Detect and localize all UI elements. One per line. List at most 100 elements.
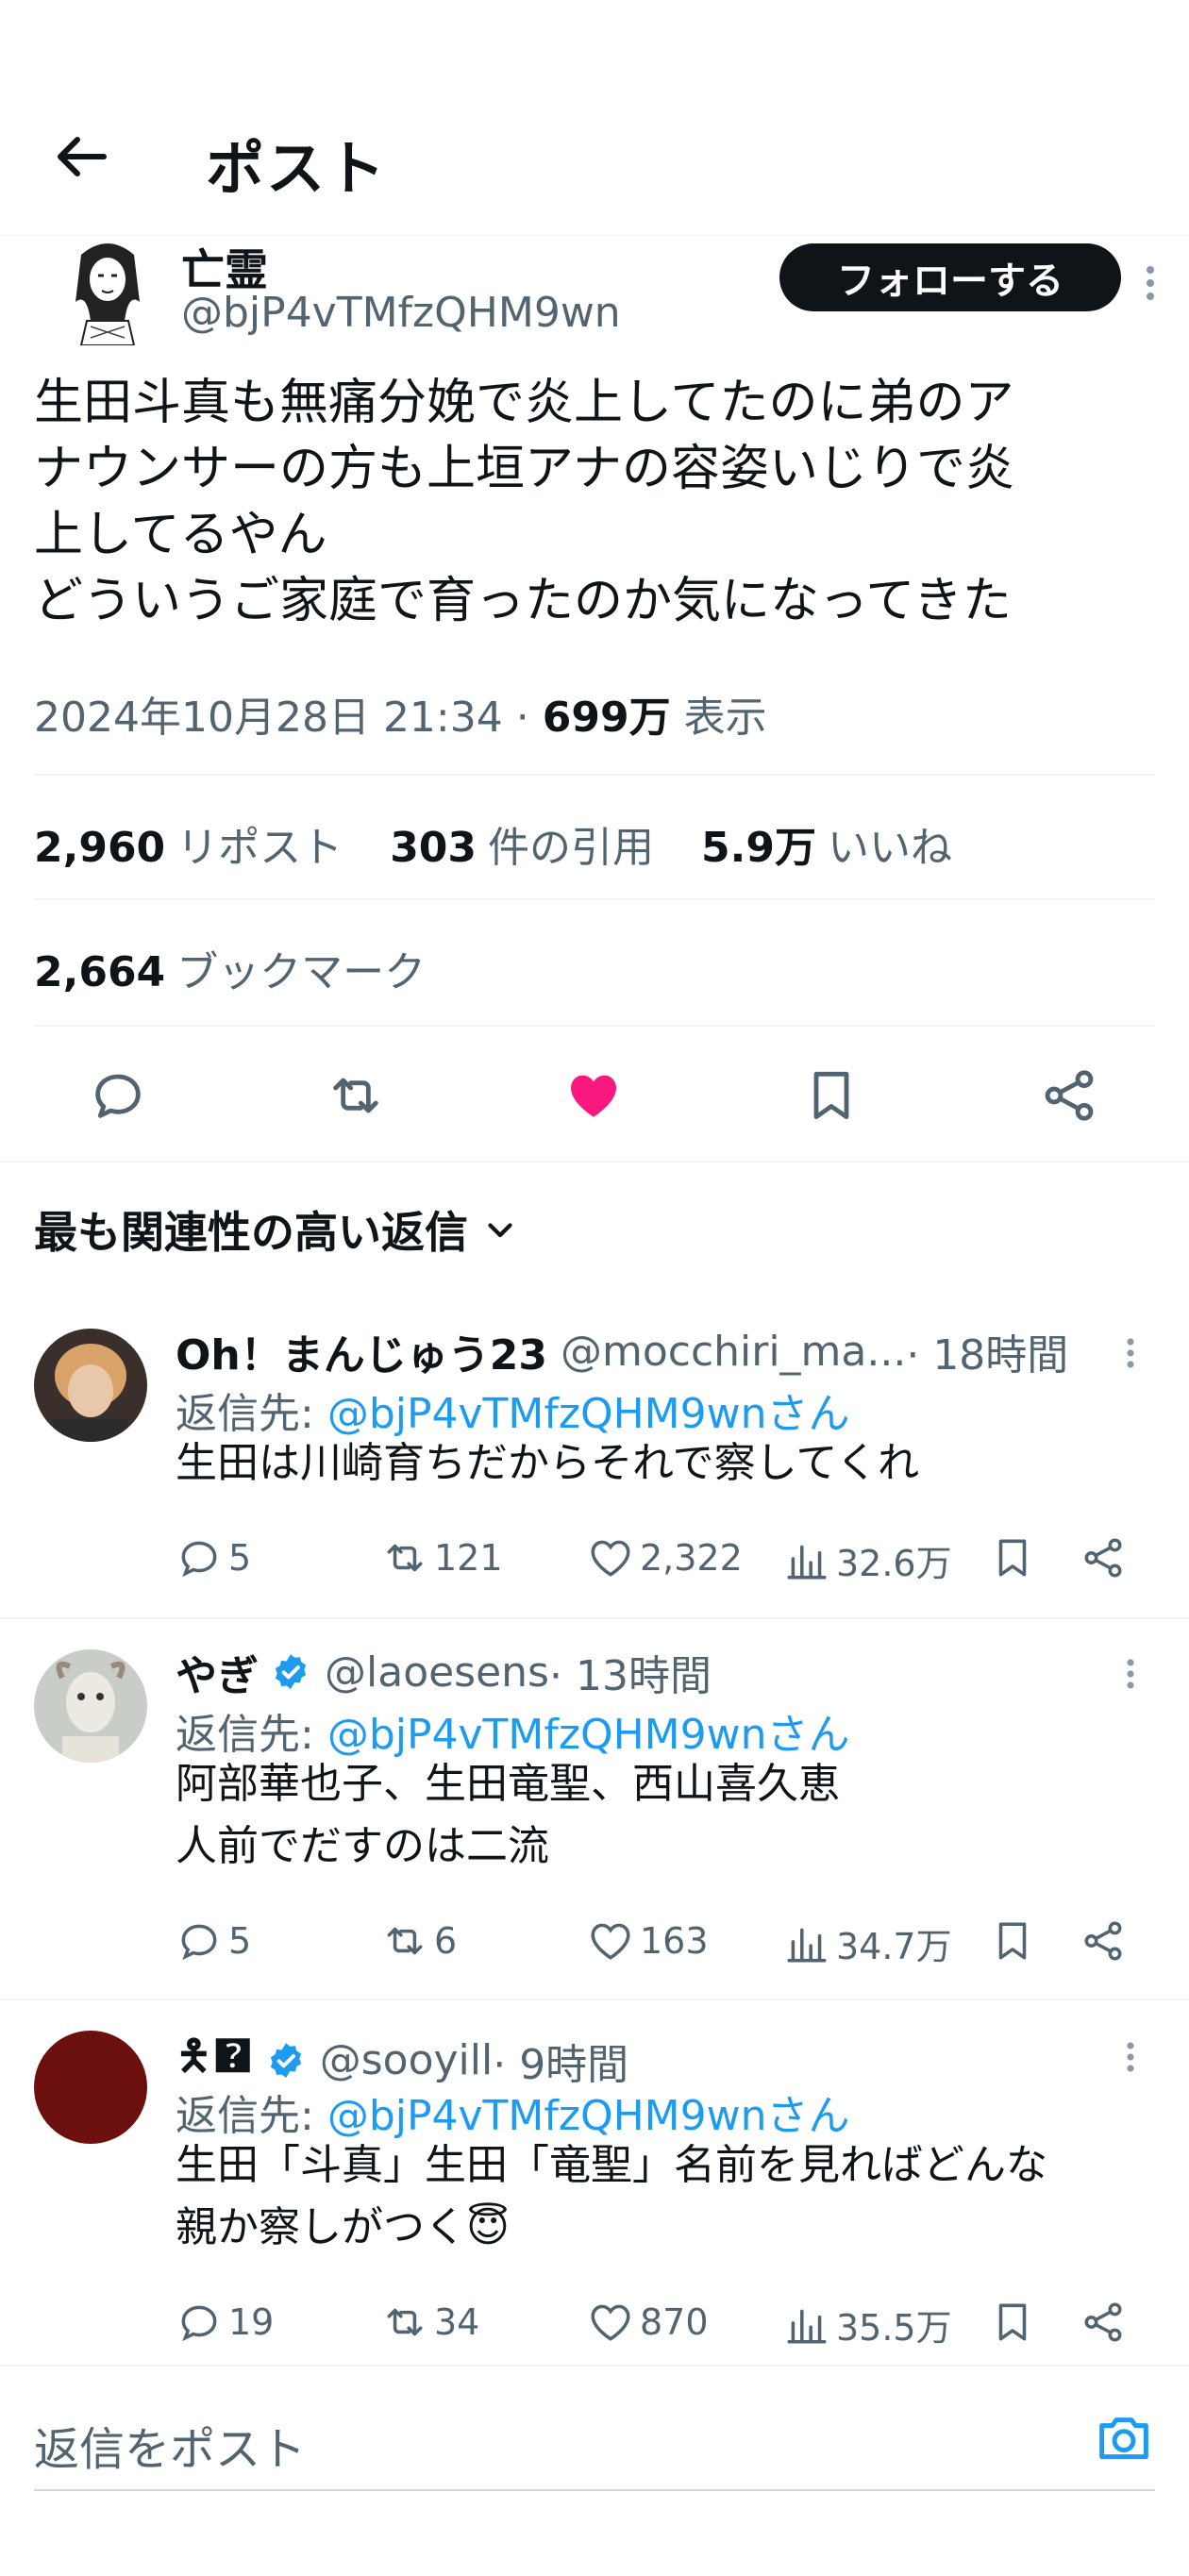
heart-icon <box>591 2304 630 2341</box>
avatar-goat-image <box>34 1649 147 1763</box>
reply-author-name[interactable]: やぎ <box>176 1642 259 1702</box>
repost-stat[interactable]: 2,960 リポスト <box>34 824 343 872</box>
reply-text: 生田は川崎育ちだからそれで察してくれ <box>176 1439 920 1487</box>
reply-icon <box>95 1074 141 1118</box>
reply-author-handle[interactable]: @mocchiri_ma... <box>561 1328 906 1376</box>
reply-retweet-button[interactable]: 34 <box>381 2299 479 2346</box>
reply-bookmark-button[interactable] <box>989 1917 1036 1965</box>
reply-share-button[interactable] <box>1080 1534 1127 1581</box>
reply-avatar[interactable] <box>34 1649 147 1763</box>
share-icon <box>1045 1070 1094 1121</box>
like-stat[interactable]: 5.9万 いいね <box>701 824 952 872</box>
reply-to-mention[interactable]: @bjP4vTMfzQHM9wnさん <box>327 2092 850 2140</box>
reply-header: Oh！まんじゅう23 @mocchiri_ma... · 18時間 <box>176 1321 1068 1381</box>
bookmark-icon <box>998 1922 1027 1960</box>
reply-action-bar: 5 6 163 34.7万 <box>176 1917 1157 1974</box>
reply-to-mention[interactable]: @bjP4vTMfzQHM9wnさん <box>327 1390 850 1438</box>
author-handle[interactable]: @bjP4vTMfzQHM9wn <box>181 289 621 337</box>
avatar-photo-image <box>34 1329 147 1442</box>
reply-header: やぎ @laoesens · 13時間 <box>176 1642 712 1702</box>
share-icon <box>1084 1921 1122 1961</box>
reply-avatar[interactable] <box>34 2031 147 2144</box>
reply-avatar[interactable] <box>34 1329 147 1442</box>
view-count: 699万 <box>542 694 671 742</box>
camera-button[interactable] <box>1093 2406 1155 2468</box>
share-button[interactable] <box>1036 1062 1102 1129</box>
reply-like-button[interactable]: 2,322 <box>587 1534 743 1581</box>
reply-reply-button[interactable]: 19 <box>176 2299 274 2346</box>
retweet-icon <box>387 1927 423 1955</box>
like-button[interactable] <box>561 1062 627 1129</box>
reply-reply-button[interactable]: 5 <box>176 1917 251 1965</box>
bookmark-icon <box>998 1539 1027 1577</box>
reply-more-button[interactable] <box>1119 1648 1142 1700</box>
camera-icon <box>1099 2417 1148 2460</box>
reply-sort-dropdown[interactable]: 最も関連性の高い返信 <box>34 1198 517 1261</box>
reply-to-line: 返信先: @bjP4vTMfzQHM9wnさん <box>176 1711 850 1759</box>
retweet-button[interactable] <box>323 1062 389 1129</box>
chevron-down-icon <box>488 1223 512 1238</box>
reply-like-button[interactable]: 870 <box>587 2299 709 2346</box>
retweet-icon <box>387 2308 423 2336</box>
reply-time[interactable]: · 13時間 <box>549 1642 712 1702</box>
bookmark-icon <box>998 2303 1027 2341</box>
retweet-icon <box>333 1078 378 1113</box>
heart-icon <box>591 1540 630 1577</box>
quote-stat[interactable]: 303 件の引用 <box>390 824 654 872</box>
reply-more-button[interactable] <box>1119 1327 1142 1380</box>
divider <box>0 1999 1189 2000</box>
reply-share-button[interactable] <box>1080 2299 1127 2346</box>
reply-more-button[interactable] <box>1119 2031 1142 2083</box>
divider <box>34 774 1155 776</box>
reply-bookmark-button[interactable] <box>989 2299 1036 2346</box>
bookmark-button[interactable] <box>798 1062 864 1129</box>
tweet-text: 生田斗真も無痛分娩で炎上してたのに弟のア ナウンサーの方も上垣アナの容姿いじりで… <box>34 375 1014 629</box>
tweet-datetime[interactable]: 2024年10月28日 21:34 <box>34 694 503 742</box>
reply-composer[interactable]: 返信をポスト <box>34 2397 1155 2491</box>
reply-author-handle[interactable]: @laoesens <box>325 1648 549 1697</box>
reply-retweet-button[interactable]: 6 <box>381 1917 457 1965</box>
verified-badge-icon <box>270 2042 301 2078</box>
reply-time[interactable]: · 18時間 <box>906 1321 1068 1381</box>
reply-to-mention[interactable]: @bjP4vTMfzQHM9wnさん <box>327 1711 850 1759</box>
reply-views-button[interactable]: 32.6万 <box>783 1534 952 1586</box>
analytics-icon <box>787 2309 827 2343</box>
reply-text: 阿部華也子、生田竜聖、西山喜久恵 人前でだすのは二流 <box>176 1760 840 1870</box>
reply-to-line: 返信先: @bjP4vTMfzQHM9wnさん <box>176 2092 850 2140</box>
reply-views-button[interactable]: 35.5万 <box>783 2299 952 2350</box>
more-vertical-icon <box>1127 1659 1134 1689</box>
tweet-action-bar <box>34 1034 1155 1157</box>
reply-to-line: 返信先: @bjP4vTMfzQHM9wnさん <box>176 1390 850 1438</box>
share-icon <box>1084 2302 1122 2342</box>
bookmark-stats: 2,664 ブックマーク <box>34 938 460 998</box>
reply-reply-button[interactable]: 5 <box>176 1534 251 1581</box>
author-avatar[interactable] <box>53 236 162 346</box>
heart-filled-icon <box>571 1075 616 1117</box>
reply-share-button[interactable] <box>1080 1917 1127 1965</box>
reply-icon <box>181 1541 217 1578</box>
reply-views-button[interactable]: 34.7万 <box>783 1917 952 1969</box>
back-button[interactable] <box>38 123 123 191</box>
arrow-left-icon <box>58 137 107 176</box>
reply-like-button[interactable]: 163 <box>587 1917 709 1965</box>
divider <box>34 898 1155 900</box>
avatar-sketch-image <box>53 236 162 346</box>
divider <box>0 2365 1189 2367</box>
meta-separator: · <box>502 694 543 742</box>
reply-button[interactable] <box>85 1062 151 1129</box>
reply-icon <box>181 1924 217 1961</box>
reply-author-name[interactable]: Oh！まんじゅう23 <box>176 1321 547 1381</box>
reply-retweet-button[interactable]: 121 <box>381 1534 503 1581</box>
more-options-button[interactable] <box>1136 255 1164 311</box>
reply-bookmark-button[interactable] <box>989 1534 1036 1581</box>
heart-icon <box>591 1923 630 1960</box>
bookmark-stat[interactable]: 2,664 ブックマーク <box>34 948 426 996</box>
reply-author-handle[interactable]: @sooyill <box>320 2036 493 2084</box>
follow-button[interactable]: フォローする <box>779 243 1121 311</box>
reply-input[interactable]: 返信をポスト <box>34 2412 306 2478</box>
reply-action-bar: 5 121 2,322 32.6万 <box>176 1534 1157 1591</box>
more-vertical-icon <box>1127 1338 1134 1368</box>
verified-badge-icon <box>275 1654 307 1689</box>
reply-action-bar: 19 34 870 35.5万 <box>176 2299 1157 2355</box>
tweet-author: 亡霊 @bjP4vTMfzQHM9wn フォローする <box>34 236 1157 359</box>
